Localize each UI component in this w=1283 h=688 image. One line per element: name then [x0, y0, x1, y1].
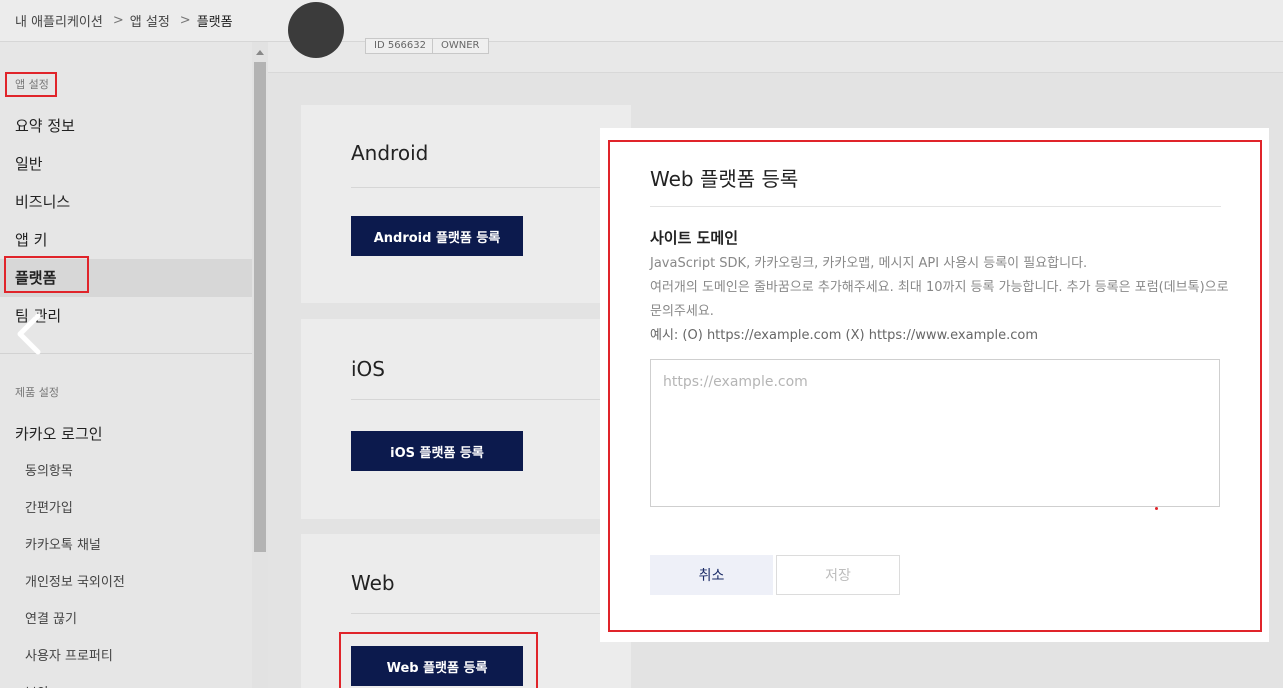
scroll-up-arrow-icon[interactable]	[256, 50, 264, 55]
dialog-title: Web 플랫폼 등록	[650, 167, 799, 191]
web-title: Web	[351, 571, 395, 595]
site-domain-input[interactable]	[650, 359, 1220, 507]
sidebar-group-app-settings: 앱 설정	[15, 78, 49, 91]
sidebar-sub-kakaotalk-channel[interactable]: 카카오톡 채널	[0, 527, 252, 564]
description-line-1: JavaScript SDK, 카카오링크, 카카오맵, 메시지 API 사용시…	[650, 256, 1088, 271]
sidebar: 앱 설정 요약 정보 일반 비즈니스 앱 키 플랫폼 팀 관리 제품 설정 카카…	[0, 42, 252, 688]
cancel-button[interactable]: 취소	[650, 555, 773, 595]
sidebar-sub-user-property[interactable]: 사용자 프로퍼티	[0, 638, 252, 675]
android-divider	[351, 187, 631, 188]
breadcrumb-my-apps[interactable]: 내 애플리케이션	[15, 11, 103, 30]
ios-divider	[351, 399, 631, 400]
sidebar-sub-security[interactable]: 보안	[0, 675, 252, 688]
sidebar-sub-overseas-transfer[interactable]: 개인정보 국외이전	[0, 564, 252, 601]
breadcrumb: 내 애플리케이션 > 앱 설정 > 플랫폼	[0, 0, 1283, 42]
chevron-left-icon[interactable]	[12, 312, 48, 356]
breadcrumb-separator: >	[179, 13, 191, 28]
sidebar-sub-consent[interactable]: 동의항목	[0, 453, 252, 490]
owner-tag: OWNER	[432, 38, 489, 54]
breadcrumb-separator: >	[112, 13, 124, 28]
sidebar-group-product-settings: 제품 설정	[15, 386, 59, 399]
site-domain-description: JavaScript SDK, 카카오링크, 카카오맵, 메시지 API 사용시…	[650, 252, 1230, 348]
dialog-divider	[650, 206, 1221, 207]
annotation-dot	[1155, 507, 1158, 510]
sidebar-item-summary[interactable]: 요약 정보	[0, 107, 252, 145]
sidebar-item-platform[interactable]: 플랫폼	[0, 259, 252, 297]
sidebar-item-general[interactable]: 일반	[0, 145, 252, 183]
description-example: 예시: (O) https://example.com (X) https://…	[650, 328, 1038, 343]
description-line-2: 여러개의 도메인은 줄바꿈으로 추가해주세요. 최대 10까지 등록 가능합니다…	[650, 280, 1229, 319]
ios-title: iOS	[351, 357, 385, 381]
register-android-button[interactable]: Android 플랫폼 등록	[351, 216, 523, 256]
android-card: Android Android 플랫폼 등록	[301, 105, 631, 303]
page: 내 애플리케이션 > 앱 설정 > 플랫폼 앱 설정 요약 정보 일반 비즈니스…	[0, 0, 1283, 688]
android-title: Android	[351, 141, 429, 165]
scrollbar-thumb[interactable]	[254, 62, 266, 552]
sidebar-item-kakao-login[interactable]: 카카오 로그인	[0, 415, 252, 453]
sidebar-sub-simple-signup[interactable]: 간편가입	[0, 490, 252, 527]
ios-card: iOS iOS 플랫폼 등록	[301, 319, 631, 519]
app-id-tag: ID 566632	[365, 38, 436, 54]
sidebar-scrollbar[interactable]	[252, 42, 268, 688]
breadcrumb-app-settings[interactable]: 앱 설정	[130, 11, 170, 30]
sidebar-item-business[interactable]: 비즈니스	[0, 183, 252, 221]
sidebar-sub-unlink[interactable]: 연결 끊기	[0, 601, 252, 638]
save-button[interactable]: 저장	[776, 555, 900, 595]
site-domain-label: 사이트 도메인	[650, 229, 739, 247]
breadcrumb-platform: 플랫폼	[196, 15, 233, 30]
register-ios-button[interactable]: iOS 플랫폼 등록	[351, 431, 523, 471]
app-header: ID 566632 OWNER	[268, 2, 1283, 73]
app-avatar	[288, 2, 344, 58]
register-web-button[interactable]: Web 플랫폼 등록	[351, 646, 523, 686]
web-platform-dialog: Web 플랫폼 등록 사이트 도메인 JavaScript SDK, 카카오링크…	[600, 128, 1269, 642]
sidebar-item-app-key[interactable]: 앱 키	[0, 221, 252, 259]
web-card: Web Web 플랫폼 등록	[301, 534, 631, 688]
web-divider	[351, 613, 631, 614]
